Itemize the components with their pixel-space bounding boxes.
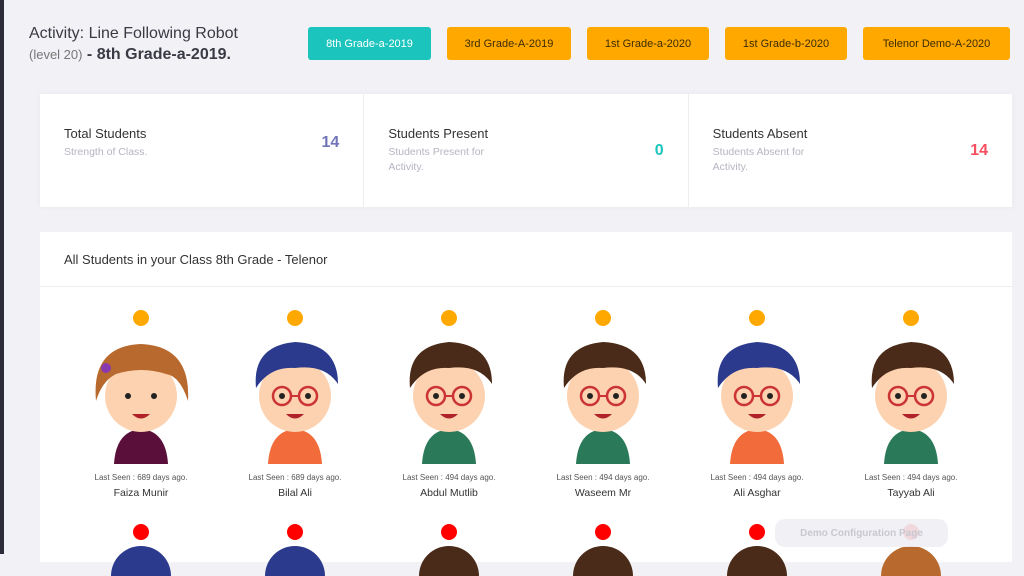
stat-subtitle: Students Present for Activity. [388,145,508,175]
avatar-partial [573,546,633,576]
avatar-partial [265,546,325,576]
level-label: (level 20) [29,47,82,62]
student-card[interactable] [71,524,211,576]
student-avatar-icon [384,326,514,464]
status-dot [749,524,765,540]
student-card[interactable] [379,524,519,576]
student-name: Tayyab Ali [841,487,981,499]
last-seen: Last Seen : 494 days ago. [379,473,519,482]
group-button[interactable]: 3rd Grade-A-2019 [447,27,571,60]
last-seen: Last Seen : 494 days ago. [841,473,981,482]
stats-card: Total StudentsStrength of Class.14Studen… [40,94,1012,207]
last-seen: Last Seen : 689 days ago. [225,473,365,482]
student-card[interactable] [225,524,365,576]
student-card[interactable]: Last Seen : 494 days ago. Abdul Mutlib [379,310,519,499]
student-card[interactable]: Last Seen : 494 days ago. Waseem Mr [533,310,673,499]
group-buttons: 8th Grade-a-2019 3rd Grade-A-2019 1st Grad… [308,27,1010,60]
status-dot [133,310,149,326]
page-title: Activity: Line Following Robot (level 20… [29,25,238,64]
left-edge [0,0,4,554]
demo-configuration-button[interactable]: Demo Configuration Page [775,519,948,547]
stat-title: Students Present [388,126,663,141]
student-name: Bilal Ali [225,487,365,499]
student-name: Waseem Mr [533,487,673,499]
status-dot [287,310,303,326]
student-avatar-icon [538,326,668,464]
stat-title: Total Students [64,126,339,141]
stat-subtitle: Strength of Class. [64,145,184,160]
group-button[interactable]: Telenor Demo-A-2020 [863,27,1010,60]
student-avatar-icon [692,326,822,464]
stat-total-students: Total Students Strength of Class. 14 [40,94,364,207]
student-name: Ali Asghar [687,487,827,499]
status-dot [903,310,919,326]
last-seen: Last Seen : 494 days ago. [533,473,673,482]
student-avatar-icon [846,326,976,464]
status-dot [441,310,457,326]
student-card[interactable]: Last Seen : 689 days ago. Faiza Munir [71,310,211,499]
last-seen: Last Seen : 689 days ago. [71,473,211,482]
avatar-partial [111,546,171,576]
last-seen: Last Seen : 494 days ago. [687,473,827,482]
stat-value: 14 [970,142,988,160]
group-button[interactable]: 1st Grade-b-2020 [725,27,847,60]
status-dot [749,310,765,326]
student-card[interactable]: Last Seen : 494 days ago. Ali Asghar [687,310,827,499]
status-dot [133,524,149,540]
student-card[interactable]: Last Seen : 689 days ago. Bilal Ali [225,310,365,499]
avatar-partial [727,546,787,576]
avatar-partial [419,546,479,576]
group-button[interactable]: 8th Grade-a-2019 [308,27,431,60]
students-card-title: All Students in your Class 8th Grade - T… [40,232,1012,287]
student-card[interactable] [533,524,673,576]
student-name: Abdul Mutlib [379,487,519,499]
student-name: Faiza Munir [71,487,211,499]
stat-value: 0 [655,142,664,160]
status-dot [595,310,611,326]
stat-students-present: Students Present Students Present for Act… [364,94,688,207]
avatar-partial [881,546,941,576]
student-avatar-icon [230,326,360,464]
student-avatar-icon [76,326,206,464]
status-dot [287,524,303,540]
stat-students-absent: Students Absent Students Absent for Activ… [689,94,1012,207]
stat-value: 14 [322,134,340,152]
student-card[interactable]: Last Seen : 494 days ago. Tayyab Ali [841,310,981,499]
group-label: - 8th Grade-a-2019. [82,46,231,63]
status-dot [441,524,457,540]
activity-title: Activity: Line Following Robot [29,25,238,43]
stat-subtitle: Students Absent for Activity. [713,145,833,175]
stat-title: Students Absent [713,126,988,141]
status-dot [595,524,611,540]
group-button[interactable]: 1st Grade-a-2020 [587,27,709,60]
